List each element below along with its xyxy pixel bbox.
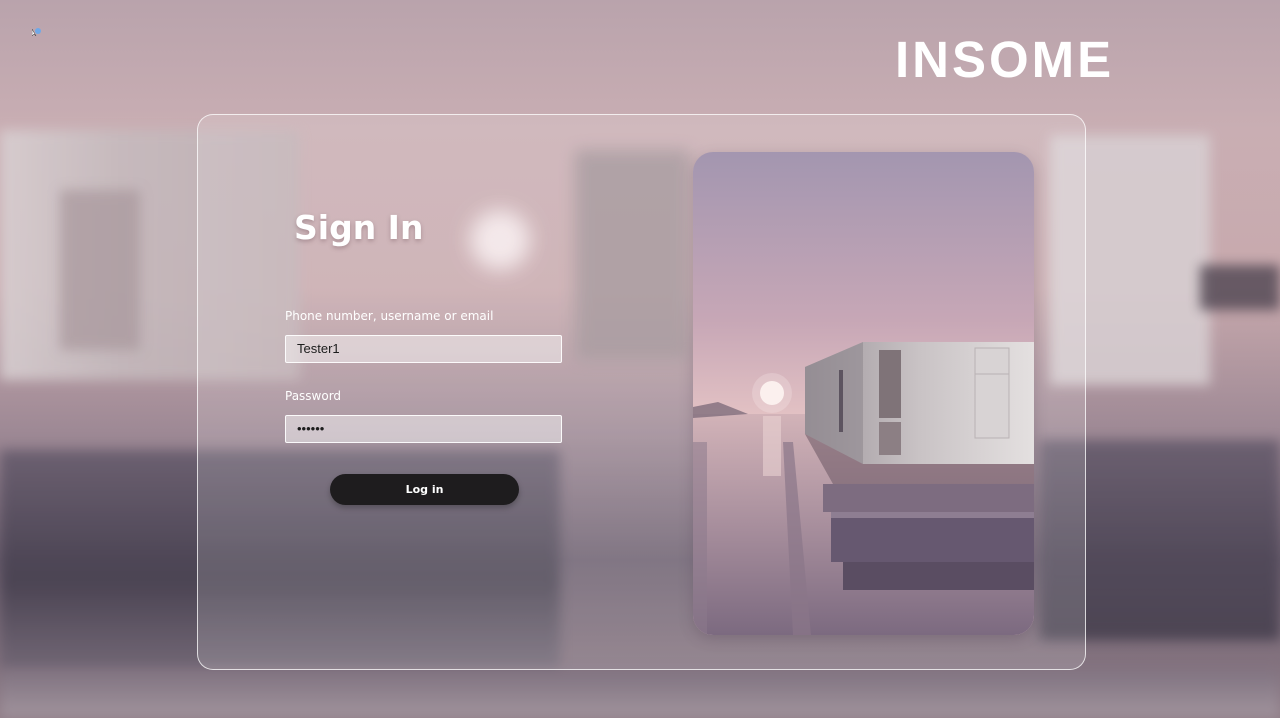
background-bottom [0,670,1280,718]
password-label: Password [285,389,342,403]
password-input[interactable]: •••••• [285,415,562,443]
username-label: Phone number, username or email [285,309,494,323]
hero-image [693,152,1034,635]
username-input[interactable]: Tester1 [285,335,562,363]
brand-logo: INSOME [895,31,1115,88]
cursor-icon [32,28,41,37]
page-title: Sign In [294,208,424,247]
login-button[interactable]: Log in [330,474,519,505]
background-block-right [1200,265,1280,310]
house-illustration [693,152,1034,635]
background-shadow-left [60,190,140,350]
